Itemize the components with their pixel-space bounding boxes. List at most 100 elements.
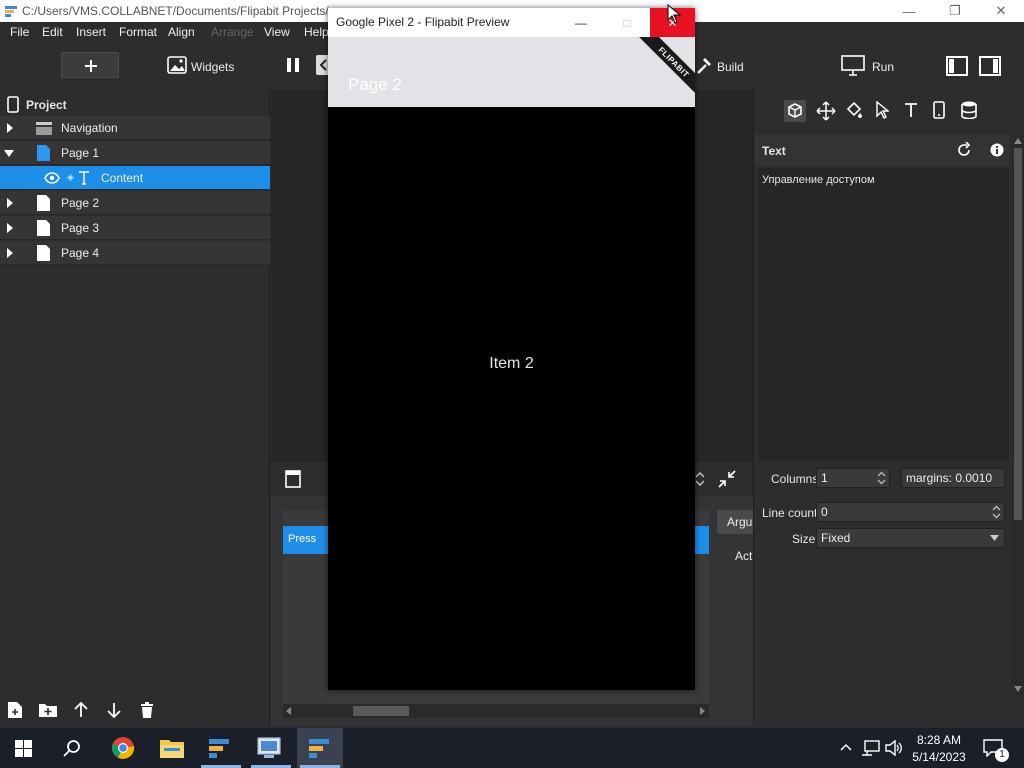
cube-tab[interactable] xyxy=(784,100,806,122)
flipabit-ribbon: FLIPABIT xyxy=(638,37,695,98)
phone-icon xyxy=(7,96,19,113)
window-title-path: C:/Users/VMS.COLLABNET/Documents/Flipabi… xyxy=(22,4,336,18)
expand-arrow-icon[interactable] xyxy=(6,123,14,133)
collapse-icon[interactable] xyxy=(717,469,737,489)
preview-maximize-button[interactable]: □ xyxy=(604,8,650,37)
add-page-button[interactable] xyxy=(61,52,119,78)
eye-icon[interactable] xyxy=(44,172,60,184)
database-icon[interactable] xyxy=(961,101,977,119)
chevron-up-icon[interactable] xyxy=(840,743,852,751)
chevron-down-icon xyxy=(990,535,999,541)
horizontal-scrollbar[interactable] xyxy=(283,704,709,718)
add-folder-icon[interactable] xyxy=(39,703,57,717)
scrollbar-thumb[interactable] xyxy=(353,706,409,716)
cursor-icon[interactable] xyxy=(875,101,889,119)
move-icon[interactable] xyxy=(816,101,836,121)
file-explorer-icon[interactable] xyxy=(160,738,184,758)
network-icon[interactable] xyxy=(862,740,880,756)
clock-date[interactable]: 5/14/2023 xyxy=(909,750,969,764)
scroll-left-icon[interactable] xyxy=(286,707,292,715)
build-button[interactable]: Build xyxy=(717,60,744,74)
project-panel: Project Navigation Page 1 ◈ Content Page… xyxy=(0,90,270,726)
move-up-icon[interactable] xyxy=(74,702,88,718)
menu-file[interactable]: File xyxy=(10,25,29,39)
expand-arrow-icon[interactable] xyxy=(6,198,14,208)
margins-input[interactable]: margins: 0.0010 xyxy=(901,468,1005,488)
reset-icon[interactable] xyxy=(956,142,972,158)
page-header-title: Page 2 xyxy=(348,75,402,94)
preview-minimize-button[interactable]: — xyxy=(558,8,604,37)
spinner-arrows-icon[interactable] xyxy=(695,471,705,487)
size-select[interactable]: Fixed xyxy=(816,528,1005,548)
paint-bucket-icon[interactable] xyxy=(845,101,863,119)
scroll-right-icon[interactable] xyxy=(699,707,705,715)
tree-item-page-4[interactable]: Page 4 xyxy=(0,241,270,265)
remote-desktop-icon[interactable] xyxy=(256,736,282,760)
columns-value: 1 xyxy=(821,471,828,485)
trash-icon[interactable] xyxy=(140,702,154,718)
project-title: Project xyxy=(26,98,67,112)
tree-item-label: Page 4 xyxy=(61,246,100,260)
close-button[interactable]: ✕ xyxy=(978,0,1024,22)
run-button[interactable]: Run xyxy=(872,60,894,74)
text-value: Управление доступом xyxy=(762,174,875,186)
tree-item-navigation[interactable]: Navigation xyxy=(0,116,270,140)
expand-arrow-icon[interactable] xyxy=(6,223,14,233)
volume-icon[interactable] xyxy=(885,740,903,756)
restore-icon: ❐ xyxy=(949,3,961,18)
pause-icon[interactable] xyxy=(286,57,300,73)
menu-view[interactable]: View xyxy=(264,25,290,39)
flipabit-app-icon[interactable] xyxy=(207,736,233,760)
spinner-icon[interactable] xyxy=(877,471,886,485)
clock-time[interactable]: 8:28 AM xyxy=(913,733,965,747)
tree-item-label: Page 1 xyxy=(61,146,100,160)
toggle-right-panel-icon[interactable] xyxy=(978,55,1002,77)
arguments-tab[interactable]: Argu xyxy=(717,510,753,534)
widgets-button[interactable]: Widgets xyxy=(191,60,234,74)
window-icon[interactable] xyxy=(285,470,301,488)
scroll-up-icon[interactable] xyxy=(1014,138,1022,144)
monitor-icon xyxy=(841,55,865,77)
windows-start-icon[interactable] xyxy=(15,740,32,757)
arguments-label: Argu xyxy=(727,515,753,529)
columns-input[interactable]: 1 xyxy=(816,468,890,488)
line-count-input[interactable]: 0 xyxy=(816,502,1005,522)
app-icon xyxy=(4,4,18,18)
vertical-scrollbar[interactable] xyxy=(1012,134,1024,696)
expand-arrow-icon[interactable] xyxy=(6,248,14,258)
page-icon xyxy=(37,145,50,161)
search-icon[interactable] xyxy=(63,739,81,757)
notification-badge: 1 xyxy=(995,748,1009,762)
menu-format[interactable]: Format xyxy=(119,25,157,39)
scrollbar-thumb[interactable] xyxy=(1014,148,1022,520)
menu-insert[interactable]: Insert xyxy=(76,25,106,39)
info-icon[interactable] xyxy=(990,143,1004,157)
scroll-down-icon[interactable] xyxy=(1014,686,1022,692)
tree-item-content[interactable]: ◈ Content xyxy=(0,166,270,190)
action-label: Act xyxy=(735,549,753,563)
menu-help[interactable]: Help xyxy=(304,25,329,39)
menu-arrange[interactable]: Arrange xyxy=(211,25,254,39)
spinner-icon[interactable] xyxy=(992,505,1001,519)
tree-item-page-2[interactable]: Page 2 xyxy=(0,191,270,215)
chrome-icon[interactable] xyxy=(111,736,135,760)
minimize-button[interactable]: — xyxy=(886,0,932,22)
tree-item-page-1[interactable]: Page 1 xyxy=(0,141,270,165)
text-editor[interactable]: Управление доступом xyxy=(758,168,1009,460)
lock-dot-icon: ◈ xyxy=(67,172,74,182)
add-page-icon[interactable] xyxy=(8,702,22,718)
move-down-icon[interactable] xyxy=(107,702,121,718)
collapse-arrow-icon[interactable] xyxy=(4,150,14,157)
maximize-icon: □ xyxy=(623,15,631,30)
menu-edit[interactable]: Edit xyxy=(42,25,63,39)
taskbar-active-app[interactable] xyxy=(297,728,343,768)
maximize-button[interactable]: ❐ xyxy=(932,0,978,22)
text-tool-icon[interactable] xyxy=(904,102,918,118)
toggle-left-panel-icon[interactable] xyxy=(945,55,969,77)
mobile-icon[interactable] xyxy=(933,101,945,119)
text-section-header: Text xyxy=(754,134,1009,166)
tree-item-page-3[interactable]: Page 3 xyxy=(0,216,270,240)
menu-align[interactable]: Align xyxy=(168,25,195,39)
section-title: Text xyxy=(762,144,786,158)
hammer-icon xyxy=(694,57,712,75)
